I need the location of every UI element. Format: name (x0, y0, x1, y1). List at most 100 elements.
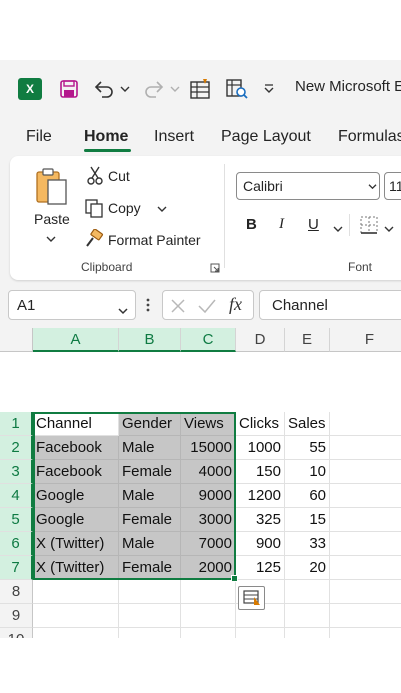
cell-a4[interactable]: Google (33, 484, 119, 508)
cell-b1[interactable]: Gender (119, 412, 181, 436)
cell-a3[interactable]: Facebook (33, 460, 119, 484)
column-header-d[interactable]: D (236, 328, 285, 352)
cell-d3[interactable]: 150 (236, 460, 285, 484)
row-header[interactable]: 6 (0, 532, 33, 556)
tab-page-layout[interactable]: Page Layout (221, 128, 311, 146)
cell-a7[interactable]: X (Twitter) (33, 556, 119, 580)
row-header[interactable]: 8 (0, 580, 33, 604)
customize-toolbar-icon[interactable] (260, 76, 278, 102)
cell-empty[interactable] (181, 604, 236, 628)
print-preview-icon[interactable] (224, 76, 250, 102)
quick-analysis-icon[interactable] (238, 586, 265, 610)
row-header[interactable]: 4 (0, 484, 33, 508)
row-header[interactable]: 5 (0, 508, 33, 532)
cell-c1[interactable]: Views (181, 412, 236, 436)
format-painter-button[interactable]: Format Painter (108, 232, 201, 248)
cell-empty[interactable] (119, 580, 181, 604)
row-header[interactable]: 9 (0, 604, 33, 628)
cell-a6[interactable]: X (Twitter) (33, 532, 119, 556)
cell-b5[interactable]: Female (119, 508, 181, 532)
cell-a1[interactable]: Channel (33, 412, 119, 436)
cell-b3[interactable]: Female (119, 460, 181, 484)
cell-e6[interactable]: 33 (285, 532, 330, 556)
cell-empty[interactable] (285, 604, 330, 628)
cell-c3[interactable]: 4000 (181, 460, 236, 484)
cell-e1[interactable]: Sales (285, 412, 330, 436)
column-header-b[interactable]: B (119, 328, 181, 352)
form-icon[interactable] (188, 76, 212, 102)
name-box-dropdown-icon[interactable] (118, 302, 128, 320)
cell-empty[interactable] (181, 580, 236, 604)
clipboard-launcher-icon[interactable] (210, 260, 220, 276)
cell-d6[interactable]: 900 (236, 532, 285, 556)
cell-f5[interactable] (330, 508, 401, 532)
cell-empty[interactable] (285, 628, 330, 638)
tab-insert[interactable]: Insert (154, 128, 194, 146)
cell-d1[interactable]: Clicks (236, 412, 285, 436)
cell-empty[interactable] (181, 628, 236, 638)
row-header[interactable]: 7 (0, 556, 33, 580)
bold-button[interactable]: B (246, 216, 257, 233)
cell-empty[interactable] (236, 628, 285, 638)
underline-button[interactable]: U (308, 216, 319, 233)
font-size-select[interactable]: 11 (384, 172, 401, 200)
save-icon[interactable] (58, 76, 80, 102)
cell-d7[interactable]: 125 (236, 556, 285, 580)
cell-empty[interactable] (330, 580, 401, 604)
cancel-icon[interactable] (169, 297, 187, 320)
paste-button[interactable]: Paste (34, 211, 70, 227)
cell-e7[interactable]: 20 (285, 556, 330, 580)
cell-e4[interactable]: 60 (285, 484, 330, 508)
cell-empty[interactable] (119, 628, 181, 638)
cell-c7[interactable]: 2000 (181, 556, 236, 580)
row-header[interactable]: 2 (0, 436, 33, 460)
row-header[interactable]: 1 (0, 412, 33, 436)
underline-dropdown-icon[interactable] (333, 220, 343, 236)
enter-icon[interactable] (197, 297, 217, 320)
cell-empty[interactable] (33, 628, 119, 638)
cell-empty[interactable] (33, 580, 119, 604)
cut-button[interactable]: Cut (108, 168, 130, 184)
borders-icon[interactable] (359, 215, 379, 238)
cell-empty[interactable] (285, 580, 330, 604)
cut-icon[interactable] (86, 166, 104, 189)
undo-icon[interactable] (92, 76, 116, 102)
cell-d2[interactable]: 1000 (236, 436, 285, 460)
cell-f7[interactable] (330, 556, 401, 580)
cell-e3[interactable]: 10 (285, 460, 330, 484)
cell-c4[interactable]: 9000 (181, 484, 236, 508)
tab-file[interactable]: File (26, 128, 52, 146)
cell-empty[interactable] (330, 604, 401, 628)
select-all-corner[interactable] (0, 328, 33, 352)
cell-c5[interactable]: 3000 (181, 508, 236, 532)
cell-f1[interactable] (330, 412, 401, 436)
copy-dropdown-icon[interactable] (157, 200, 167, 216)
cell-b7[interactable]: Female (119, 556, 181, 580)
column-header-e[interactable]: E (285, 328, 330, 352)
font-name-dropdown-icon[interactable] (368, 182, 377, 193)
copy-icon[interactable] (84, 198, 104, 221)
row-header[interactable]: 3 (0, 460, 33, 484)
paste-icon[interactable] (34, 166, 70, 209)
cell-f6[interactable] (330, 532, 401, 556)
cell-f2[interactable] (330, 436, 401, 460)
cell-empty[interactable] (119, 604, 181, 628)
cell-a5[interactable]: Google (33, 508, 119, 532)
cell-a2[interactable]: Facebook (33, 436, 119, 460)
format-painter-icon[interactable] (84, 228, 104, 252)
cell-b6[interactable]: Male (119, 532, 181, 556)
italic-button[interactable]: I (279, 216, 284, 233)
cell-c2[interactable]: 15000 (181, 436, 236, 460)
cell-empty[interactable] (33, 604, 119, 628)
cell-empty[interactable] (330, 628, 401, 638)
copy-button[interactable]: Copy (108, 200, 141, 216)
undo-dropdown-icon[interactable] (118, 76, 132, 102)
cell-d5[interactable]: 325 (236, 508, 285, 532)
cell-c6[interactable]: 7000 (181, 532, 236, 556)
column-header-a[interactable]: A (33, 328, 119, 352)
column-header-f[interactable]: F (330, 328, 401, 352)
name-box[interactable]: A1 (8, 290, 136, 320)
borders-dropdown-icon[interactable] (384, 220, 394, 236)
tab-home[interactable]: Home (84, 128, 128, 146)
insert-function-button[interactable]: fx (229, 294, 242, 315)
